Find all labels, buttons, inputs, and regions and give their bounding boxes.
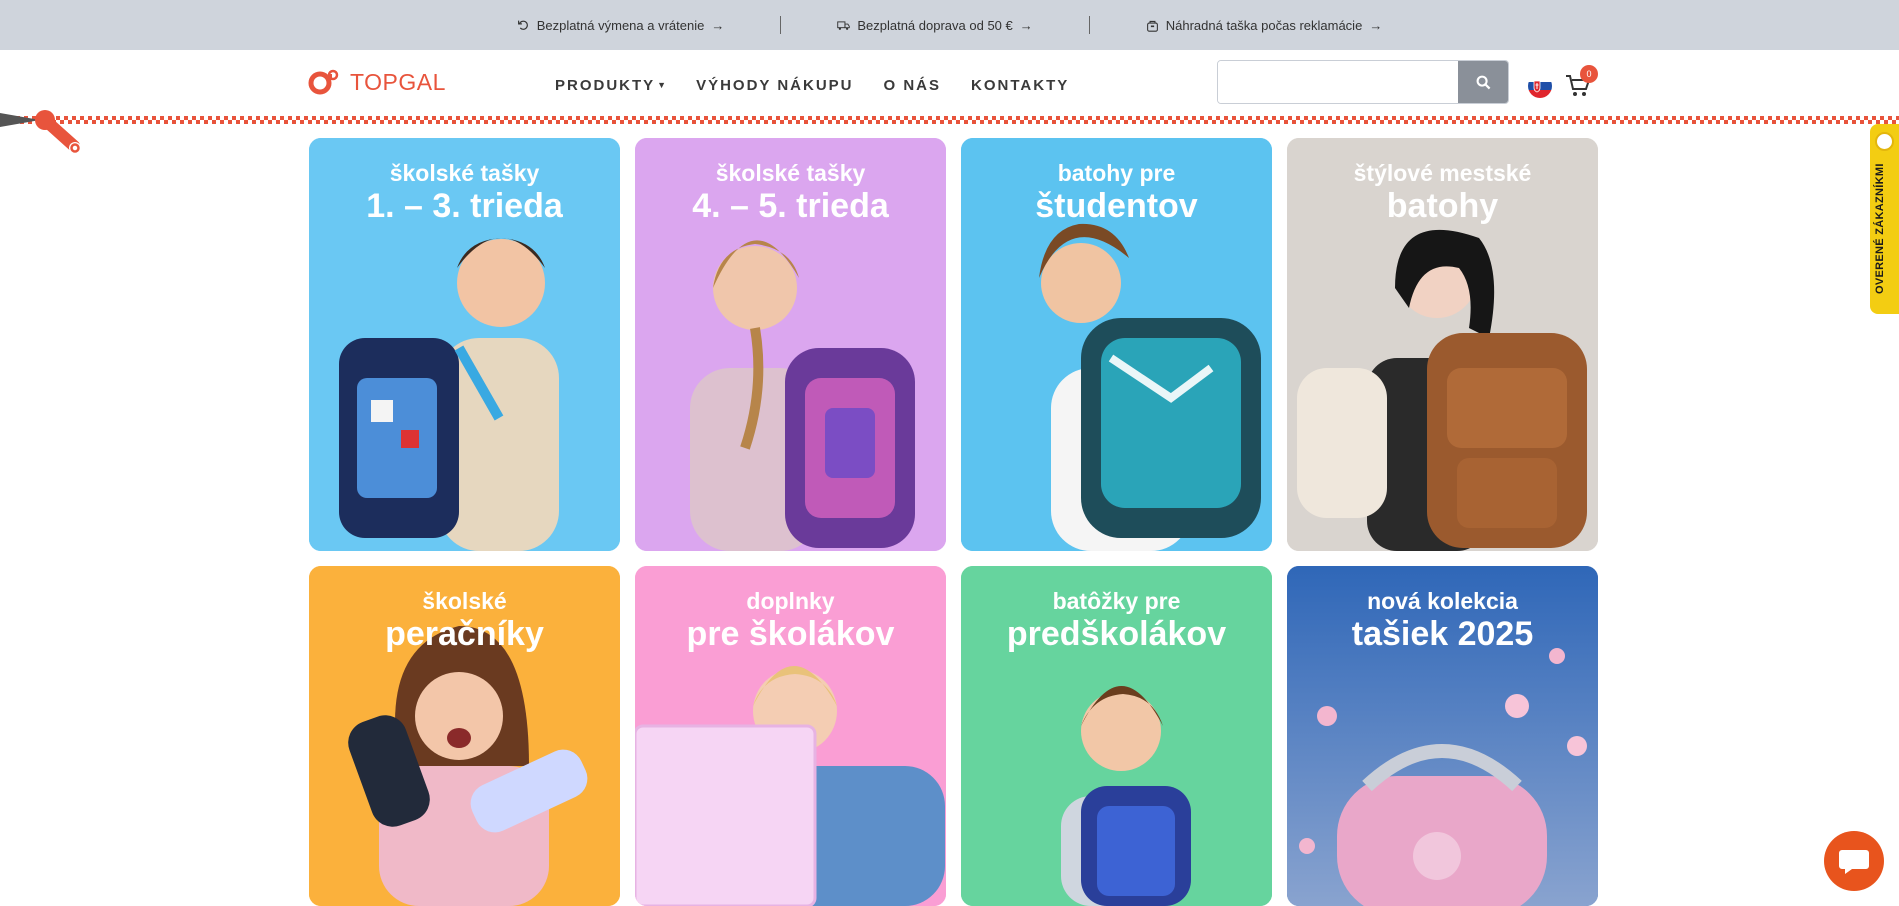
category-line2: batohy bbox=[1386, 187, 1499, 225]
category-card-city-backpacks[interactable]: štýlové mestské batohy bbox=[1287, 138, 1598, 551]
category-line1: doplnky bbox=[746, 588, 835, 614]
chat-bubble-icon bbox=[1839, 850, 1869, 874]
verified-customers-badge[interactable]: OVERENÉ ZÁKAZNÍKMI bbox=[1870, 124, 1899, 314]
cart-button[interactable]: 0 bbox=[1565, 65, 1598, 100]
chat-button[interactable] bbox=[1824, 831, 1884, 891]
search-input[interactable] bbox=[1218, 61, 1458, 103]
category-line1: batôžky pre bbox=[1052, 588, 1181, 614]
info-label: Bezplatná doprava od 50 € bbox=[857, 17, 1013, 33]
info-label: Náhradná taška počas reklamácie bbox=[1165, 17, 1363, 33]
category-line2: 1. – 3. trieda bbox=[366, 187, 563, 225]
language-flag-icon[interactable] bbox=[1528, 74, 1552, 98]
nav-about[interactable]: O NÁS bbox=[884, 77, 942, 94]
verified-badge-label: OVERENÉ ZÁKAZNÍKMI bbox=[1874, 163, 1886, 294]
verified-seal-icon bbox=[1875, 132, 1894, 151]
category-line1: školské bbox=[422, 588, 507, 614]
arrow-right-icon: → bbox=[1019, 17, 1033, 33]
category-title: doplnky pre školákov bbox=[635, 588, 946, 654]
category-line2: 4. – 5. trieda bbox=[692, 187, 889, 225]
truck-icon bbox=[837, 20, 851, 30]
category-line1: školské tašky bbox=[389, 160, 540, 186]
category-line2: pre školákov bbox=[686, 615, 895, 653]
category-card-accessories[interactable]: doplnky pre školákov bbox=[635, 566, 946, 906]
topgal-logo-icon bbox=[308, 69, 339, 95]
search-icon bbox=[1476, 75, 1490, 89]
logo-text: TOPGAL bbox=[350, 68, 446, 95]
info-item-returns[interactable]: Bezplatná výmena a vrátenie → bbox=[461, 18, 781, 33]
site-header: TOPGAL PRODUKTY ▼ VÝHODY NÁKUPU O NÁS KON… bbox=[0, 50, 1899, 116]
category-card-preschool-backpacks[interactable]: batôžky pre predškolákov bbox=[961, 566, 1272, 906]
category-line2: peračníky bbox=[385, 615, 544, 653]
category-line2: študentov bbox=[1035, 187, 1198, 225]
search-button[interactable] bbox=[1458, 61, 1508, 103]
info-bar: Bezplatná výmena a vrátenie → Bezplatná … bbox=[0, 0, 1899, 50]
category-title: štýlové mestské batohy bbox=[1287, 160, 1598, 226]
nav-products[interactable]: PRODUKTY ▼ bbox=[555, 77, 666, 94]
cart-count-badge: 0 bbox=[1580, 65, 1598, 83]
nav-benefits[interactable]: VÝHODY NÁKUPU bbox=[696, 77, 853, 94]
category-title: školské tašky 1. – 3. trieda bbox=[309, 160, 620, 226]
category-card-student-backpacks[interactable]: batohy pre študentov bbox=[961, 138, 1272, 551]
arrow-right-icon: → bbox=[711, 17, 725, 33]
category-title: batohy pre študentov bbox=[961, 160, 1272, 226]
search-box bbox=[1217, 60, 1509, 104]
category-line1: nová kolekcia bbox=[1367, 588, 1518, 614]
nav-label: PRODUKTY bbox=[555, 77, 656, 94]
category-line2: predškolákov bbox=[1006, 615, 1227, 653]
category-card-bags-1-3[interactable]: školské tašky 1. – 3. trieda bbox=[309, 138, 620, 551]
category-title: školské tašky 4. – 5. trieda bbox=[635, 160, 946, 226]
chevron-down-icon: ▼ bbox=[657, 80, 667, 90]
info-item-shipping[interactable]: Bezplatná doprava od 50 € → bbox=[781, 18, 1088, 33]
nav-contacts[interactable]: KONTAKTY bbox=[971, 77, 1069, 94]
category-line1: školské tašky bbox=[715, 160, 866, 186]
category-title: školské peračníky bbox=[309, 588, 620, 654]
info-item-replacement-bag[interactable]: Náhradná taška počas reklamácie → bbox=[1090, 18, 1439, 33]
category-card-new-collection[interactable]: nová kolekcia tašiek 2025 bbox=[1287, 566, 1598, 906]
return-icon bbox=[517, 20, 528, 30]
bag-icon bbox=[1146, 20, 1158, 32]
info-label: Bezplatná výmena a vrátenie bbox=[536, 17, 705, 33]
category-title: nová kolekcia tašiek 2025 bbox=[1287, 588, 1598, 654]
category-line1: batohy pre bbox=[1057, 160, 1176, 186]
arrow-right-icon: → bbox=[1369, 17, 1383, 33]
category-title: batôžky pre predškolákov bbox=[961, 588, 1272, 654]
category-line1: štýlové mestské bbox=[1353, 160, 1532, 186]
zipper-decoration bbox=[0, 113, 1899, 127]
category-card-bags-4-5[interactable]: školské tašky 4. – 5. trieda bbox=[635, 138, 946, 551]
main-nav: PRODUKTY ▼ VÝHODY NÁKUPU O NÁS KONTAKTY bbox=[555, 77, 1069, 94]
logo[interactable]: TOPGAL bbox=[308, 68, 446, 96]
zipper-pull-icon bbox=[35, 110, 81, 154]
category-line2: tašiek 2025 bbox=[1351, 615, 1534, 653]
category-card-pencil-cases[interactable]: školské peračníky bbox=[309, 566, 620, 906]
